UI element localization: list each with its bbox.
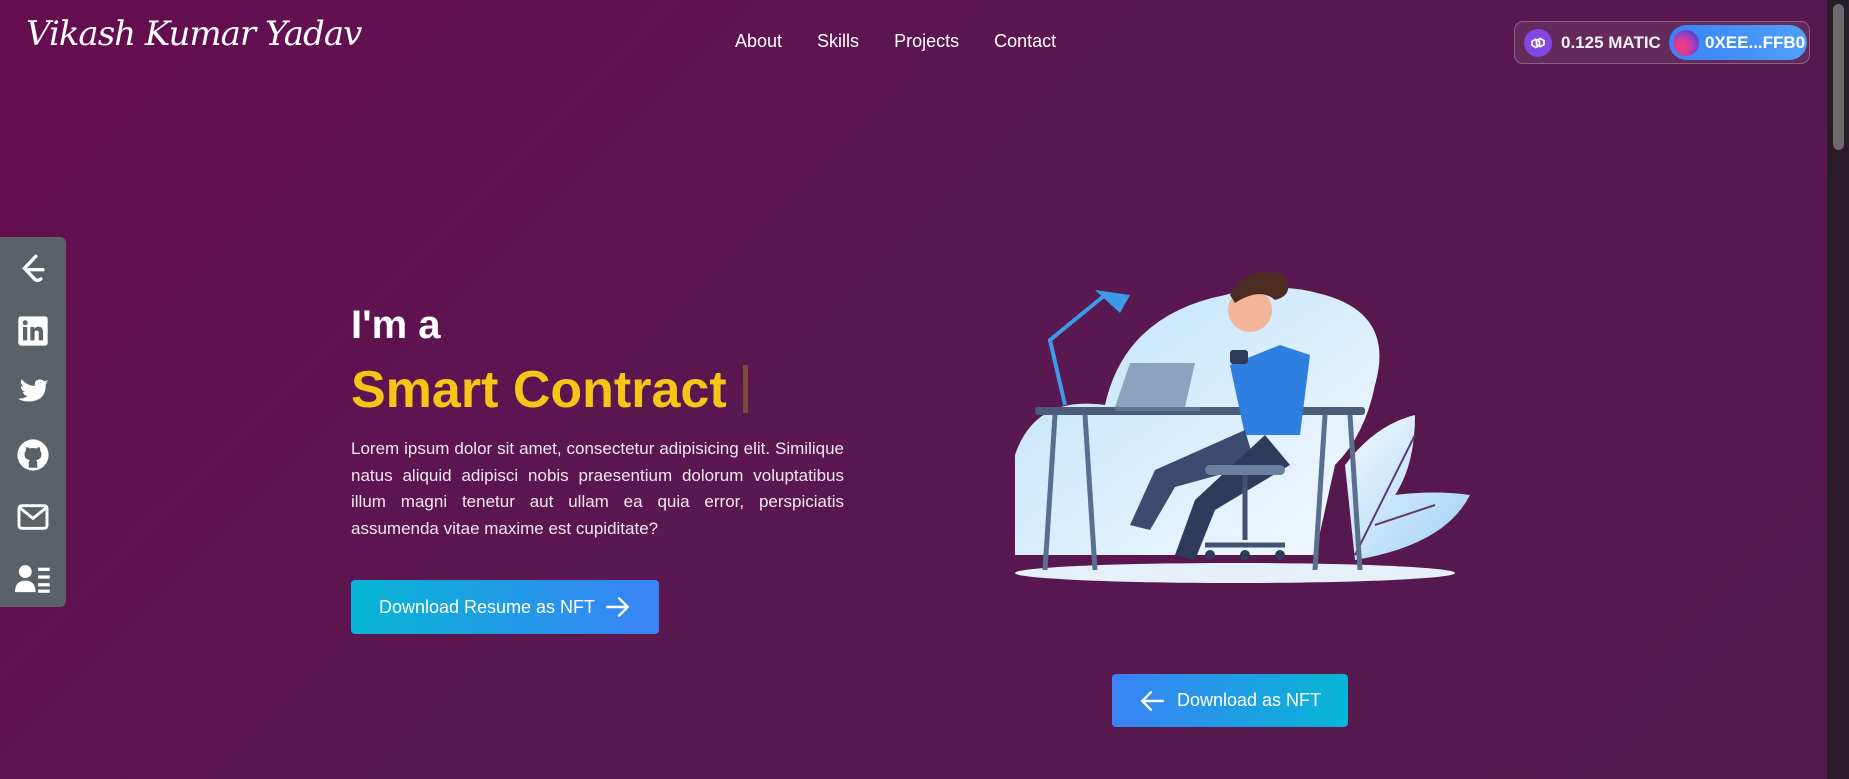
linkedin-icon[interactable] bbox=[0, 304, 66, 358]
social-sidebar bbox=[0, 237, 66, 607]
mail-icon[interactable] bbox=[0, 490, 66, 544]
resume-icon[interactable] bbox=[0, 551, 66, 605]
nav-skills[interactable]: Skills bbox=[817, 31, 859, 52]
download-nft-button[interactable]: Download as NFT bbox=[1112, 674, 1348, 727]
arrow-right-icon bbox=[606, 597, 629, 617]
polygon-matic-icon bbox=[1524, 28, 1552, 57]
site-logo[interactable]: Vikash Kumar Yadav bbox=[26, 14, 362, 54]
download-resume-nft-label: Download Resume as NFT bbox=[378, 596, 596, 617]
download-nft-label: Download as NFT bbox=[1176, 690, 1322, 710]
download-resume-nft-button[interactable]: Download Resume as NFT bbox=[351, 580, 659, 634]
wallet-address: 0XEE...FFB0 bbox=[1705, 32, 1806, 52]
nav-contact[interactable]: Contact bbox=[994, 31, 1056, 52]
wallet-address-button[interactable]: 0XEE...FFB0 bbox=[1669, 25, 1807, 60]
wallet-balance: 0.125 MATIC bbox=[1561, 32, 1661, 52]
arrow-left-icon bbox=[1141, 690, 1164, 711]
main-nav: About Skills Projects Contact bbox=[735, 31, 1056, 52]
developer-illustration bbox=[995, 255, 1475, 585]
nav-projects[interactable]: Projects bbox=[894, 31, 959, 52]
nav-about[interactable]: About bbox=[735, 31, 782, 52]
twitter-icon[interactable] bbox=[0, 366, 66, 420]
wallet-widget[interactable]: 0.125 MATIC 0XEE...FFB0 bbox=[1514, 21, 1810, 64]
hero-role-text: Smart Contract bbox=[351, 361, 727, 419]
leetcode-icon[interactable] bbox=[0, 242, 66, 296]
hero-role-line: Smart Contract bbox=[351, 360, 748, 420]
page-scrollbar[interactable] bbox=[1827, 0, 1849, 779]
wallet-avatar bbox=[1673, 29, 1699, 56]
github-icon[interactable] bbox=[0, 428, 66, 482]
hero-description: Lorem ipsum dolor sit amet, consectetur … bbox=[351, 439, 844, 538]
scrollbar-thumb[interactable] bbox=[1833, 4, 1844, 150]
typing-cursor bbox=[742, 365, 748, 413]
hero-intro: I'm a bbox=[351, 303, 441, 347]
